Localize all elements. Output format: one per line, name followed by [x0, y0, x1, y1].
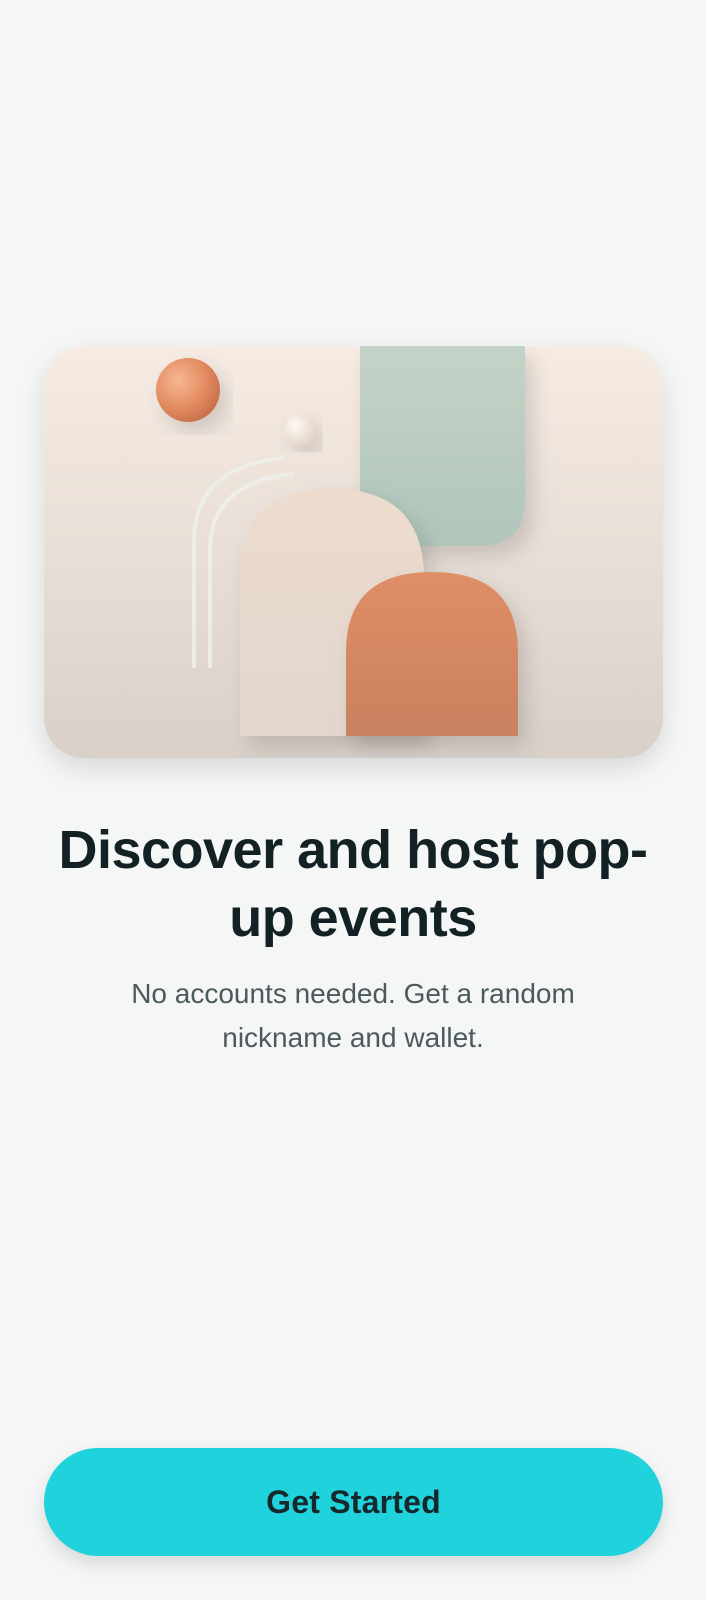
cream-sphere [284, 414, 316, 446]
get-started-button[interactable]: Get Started [44, 1448, 663, 1556]
orange-sphere [156, 358, 220, 422]
onboarding-subtitle: No accounts needed. Get a random nicknam… [131, 978, 575, 1053]
hero-illustration-graphic [156, 346, 525, 736]
terracotta-arch [346, 572, 518, 736]
hero-illustration [44, 346, 663, 758]
onboarding-headline: Discover and host pop-up events [58, 820, 648, 948]
get-started-label: Get Started [266, 1483, 441, 1520]
